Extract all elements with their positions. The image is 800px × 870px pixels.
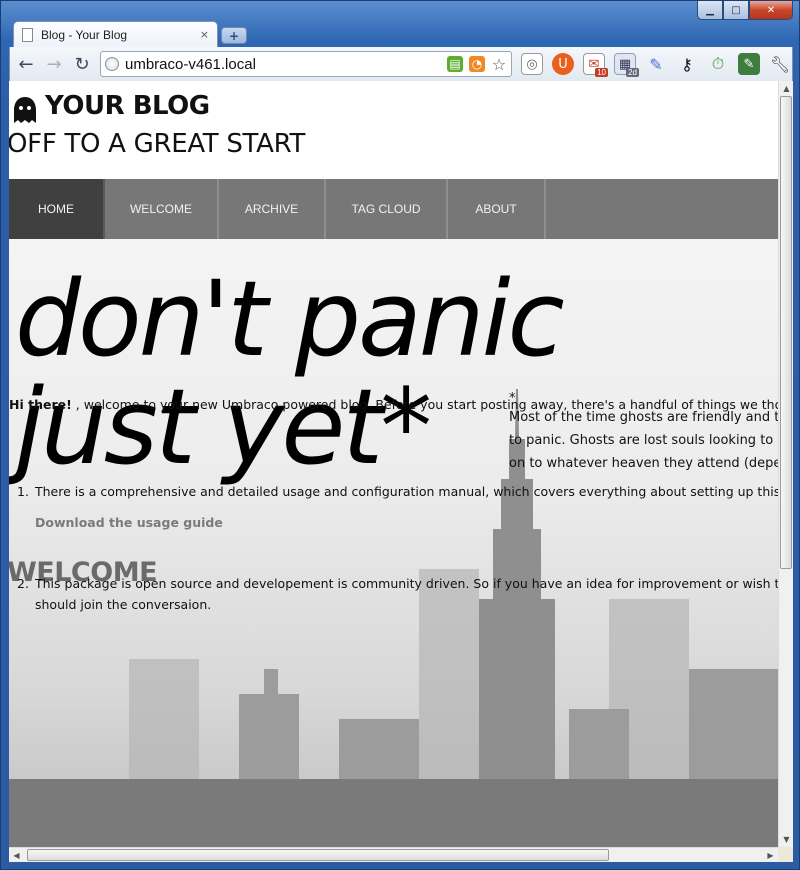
site-header: YOUR BLOG OFF TO A GREAT START	[9, 81, 778, 179]
calendar-extension-icon[interactable]: ▦ 2d	[614, 53, 639, 77]
tab-close-icon[interactable]: ×	[200, 28, 209, 41]
vertical-scrollbar[interactable]: ▲ ▼	[778, 81, 793, 847]
eyedropper-icon[interactable]: ✎	[645, 53, 667, 75]
scroll-left-arrow-icon[interactable]: ◀	[9, 848, 24, 863]
new-tab-button[interactable]: +	[221, 27, 247, 44]
hero-section: don't panic just yet* * Most of the time…	[9, 239, 778, 847]
gmail-checker-icon[interactable]: ✉ 10	[583, 53, 608, 77]
wrench-menu-icon[interactable]: 🔧︎	[769, 53, 791, 75]
list-text-continued: should join the conversaion.	[35, 597, 212, 612]
hero-line-1: don't panic	[15, 258, 565, 380]
key-icon[interactable]: ⚷	[676, 53, 698, 75]
footnote-line-2: to panic. Ghosts are lost souls looking …	[509, 433, 778, 448]
list-item: 2. This package is open source and devel…	[9, 573, 778, 594]
list-item-continued: should join the conversaion.	[9, 594, 778, 615]
hero-line-2: just yet*	[15, 366, 432, 488]
address-bar[interactable]: umbraco-v461.local ▤ ◔ ☆	[100, 51, 512, 77]
scroll-up-arrow-icon[interactable]: ▲	[779, 81, 794, 96]
translate-extension-icon[interactable]: ◎	[521, 53, 543, 75]
scrollbar-corner	[778, 847, 793, 862]
address-url[interactable]: umbraco-v461.local	[125, 56, 441, 73]
horizontal-scrollbar[interactable]: ◀ ▶	[9, 847, 778, 862]
minimize-button[interactable]: ▁	[697, 1, 723, 20]
main-nav: HOME WELCOME ARCHIVE TAG CLOUD ABOUT	[9, 179, 778, 239]
scroll-right-arrow-icon[interactable]: ▶	[763, 848, 778, 863]
nav-welcome[interactable]: WELCOME	[105, 179, 219, 239]
nav-archive[interactable]: ARCHIVE	[219, 179, 326, 239]
blog-tagline: OFF TO A GREAT START	[9, 129, 306, 159]
horizontal-scroll-thumb[interactable]	[27, 849, 609, 861]
list-text: There is a comprehensive and detailed us…	[35, 484, 778, 499]
nav-about[interactable]: ABOUT	[448, 179, 546, 239]
nav-tag-cloud[interactable]: TAG CLOUD	[326, 179, 448, 239]
tab-title: Blog - Your Blog	[41, 27, 128, 42]
list-text: This package is open source and develope…	[35, 576, 778, 591]
list-item: 1. There is a comprehensive and detailed…	[9, 481, 778, 502]
calendar-badge: 2d	[626, 68, 639, 77]
close-window-button[interactable]: ✕	[749, 1, 793, 20]
gmail-count-badge: 10	[595, 68, 608, 77]
tab-strip: Blog - Your Blog × +	[9, 21, 789, 47]
page-viewport: YOUR BLOG OFF TO A GREAT START HOME WELC…	[9, 81, 778, 847]
browser-window: ▁ □ ✕ Blog - Your Blog × + ← → ↻ umbraco…	[0, 0, 800, 870]
list-number: 2.	[17, 576, 29, 591]
orange-extension-icon[interactable]: U	[552, 53, 574, 75]
vertical-scroll-thumb[interactable]	[780, 96, 792, 569]
forward-button[interactable]: →	[42, 52, 66, 76]
reload-button[interactable]: ↻	[70, 52, 94, 76]
tab-blog[interactable]: Blog - Your Blog ×	[13, 21, 218, 47]
back-button[interactable]: ←	[14, 52, 38, 76]
nav-home[interactable]: HOME	[9, 179, 105, 239]
blog-title[interactable]: YOUR BLOG	[45, 91, 210, 121]
ghost-logo-icon	[14, 97, 36, 123]
bookmark-star-icon[interactable]: ☆	[491, 55, 507, 74]
page-icon	[22, 27, 33, 42]
intro-paragraph: Hi there! , welcome to your new Umbraco …	[9, 397, 778, 412]
intro-greeting: Hi there!	[9, 397, 72, 412]
footnote-line-3: on to whatever heaven they attend (deper	[509, 456, 778, 471]
hero-quote: don't panic just yet*	[15, 258, 565, 488]
list-number: 1.	[17, 484, 29, 499]
scroll-down-arrow-icon[interactable]: ▼	[779, 832, 794, 847]
download-usage-guide-link[interactable]: Download the usage guide	[35, 515, 223, 530]
maximize-button[interactable]: □	[723, 1, 749, 20]
intro-list: 1. There is a comprehensive and detailed…	[9, 481, 778, 615]
evernote-extension-icon[interactable]: ✎	[738, 53, 760, 75]
evernote-site-icon[interactable]: ▤	[447, 56, 463, 72]
rss-icon[interactable]: ◔	[469, 56, 485, 72]
window-caption-buttons: ▁ □ ✕	[697, 1, 793, 20]
globe-icon	[105, 57, 119, 71]
browser-toolbar: ← → ↻ umbraco-v461.local ▤ ◔ ☆ ◎ U ✉ 10 ▦…	[9, 47, 793, 81]
intro-text: , welcome to your new Umbraco powered bl…	[71, 397, 778, 412]
timer-extension-icon[interactable]: ⏱	[707, 53, 729, 75]
